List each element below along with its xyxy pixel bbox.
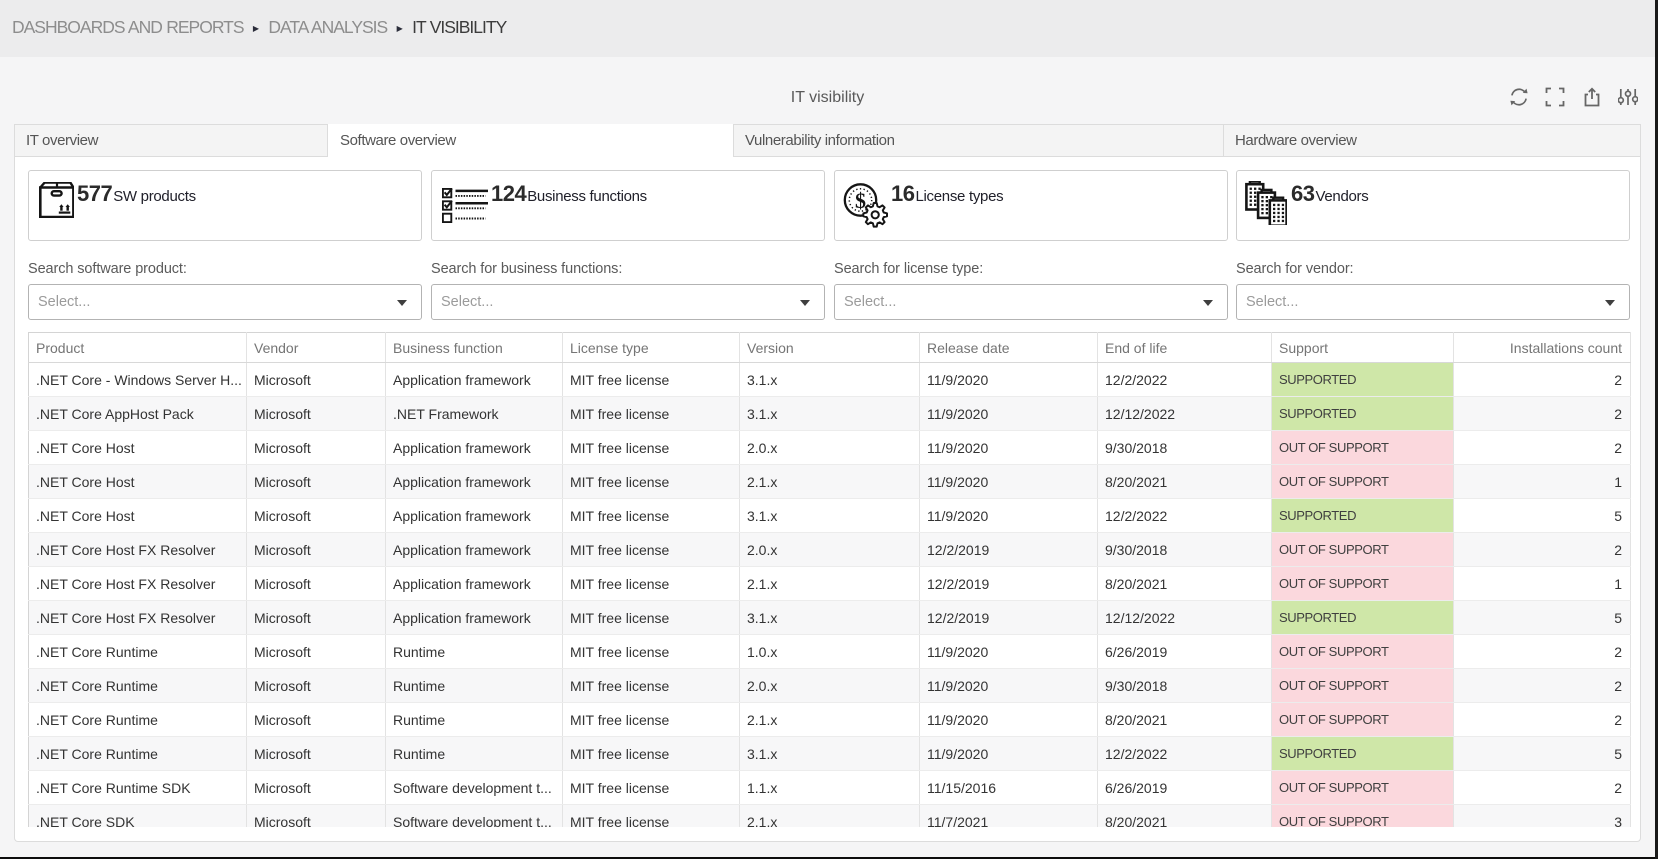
svg-text:$: $ — [855, 188, 866, 213]
